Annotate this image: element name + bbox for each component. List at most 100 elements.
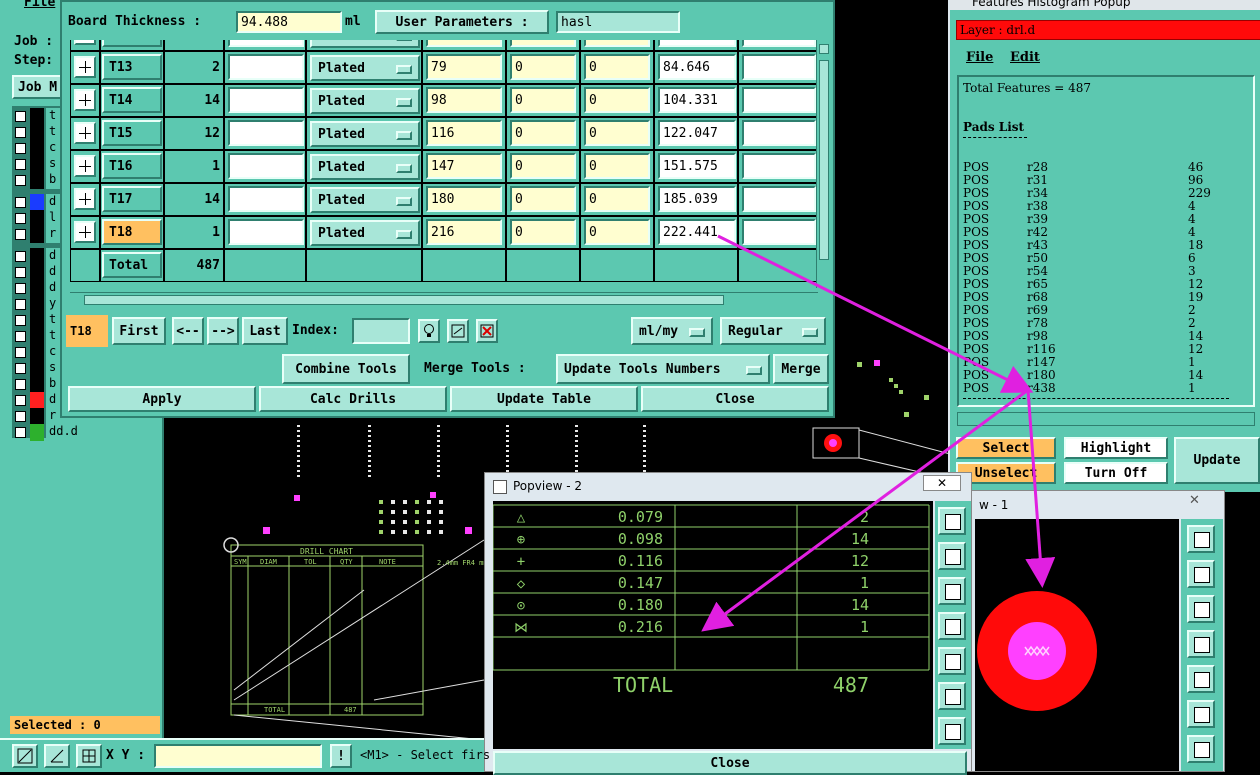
tool-cross-icon[interactable] — [74, 40, 96, 45]
tool-max-input[interactable]: 0 — [584, 54, 650, 80]
tool-description-input[interactable] — [228, 54, 304, 80]
tool-max-input[interactable] — [584, 40, 650, 47]
alert-icon[interactable]: ! — [330, 744, 352, 768]
layer-checkbox[interactable] — [15, 315, 26, 326]
tool-max-input[interactable]: 0 — [584, 153, 650, 179]
view-tool-icon[interactable] — [938, 542, 966, 570]
layer-checkbox[interactable] — [15, 251, 26, 262]
tool-cross-icon[interactable] — [74, 122, 96, 144]
view-tool-icon[interactable] — [1187, 735, 1215, 763]
user-parameters-button[interactable]: User Parameters : — [375, 10, 549, 34]
refresh-icon[interactable] — [447, 319, 469, 343]
histogram-file-menu[interactable]: File — [966, 50, 993, 65]
layer-checkbox[interactable] — [15, 229, 26, 240]
tool-min-input[interactable]: 0 — [510, 120, 576, 146]
mode-select[interactable]: Regular — [720, 317, 826, 345]
user-parameters-input[interactable]: hasl — [556, 11, 680, 33]
view-tool-icon[interactable] — [938, 717, 966, 745]
popview2-close-button[interactable]: Close — [493, 751, 967, 775]
xy-input[interactable] — [154, 744, 322, 768]
histogram-hscroll[interactable] — [957, 412, 1255, 426]
layer-checkbox[interactable] — [15, 331, 26, 342]
status-tool-icon-2[interactable] — [44, 744, 70, 768]
prev-button[interactable]: <-- — [172, 317, 204, 345]
tool-description-input[interactable] — [228, 87, 304, 113]
tool-extra-input[interactable] — [742, 186, 816, 212]
tool-cross-icon[interactable] — [74, 56, 96, 78]
layer-checkbox[interactable] — [15, 159, 26, 170]
view-tool-icon[interactable] — [1187, 525, 1215, 553]
layer-checkbox[interactable] — [15, 111, 26, 122]
view-tool-icon[interactable] — [938, 577, 966, 605]
view-tool-icon[interactable] — [1187, 665, 1215, 693]
update-table-button[interactable]: Update Table — [450, 386, 638, 412]
tool-cross-icon[interactable] — [74, 89, 96, 111]
tool-type-select[interactable]: Plated — [310, 154, 420, 180]
turn-off-button[interactable]: Turn Off — [1064, 462, 1168, 484]
tool-description-input[interactable] — [228, 153, 304, 179]
tool-finish-input[interactable]: 104.331 — [658, 87, 736, 113]
layer-checkbox[interactable] — [15, 213, 26, 224]
tool-finish-input[interactable]: 84.646 — [658, 54, 736, 80]
tool-type-select[interactable]: Plated — [310, 88, 420, 114]
tool-name-button[interactable] — [102, 40, 162, 47]
tool-name-button[interactable]: T14 — [102, 87, 162, 113]
view-tool-icon[interactable] — [938, 507, 966, 535]
tool-extra-input[interactable] — [742, 153, 816, 179]
tool-size-input[interactable]: 147 — [426, 153, 502, 179]
tool-finish-input[interactable]: 122.047 — [658, 120, 736, 146]
next-button[interactable]: --> — [207, 317, 239, 345]
tool-finish-input[interactable]: 185.039 — [658, 186, 736, 212]
table-hscrollbar[interactable] — [70, 292, 818, 306]
tool-finish-input[interactable]: 222.441 — [658, 219, 736, 245]
tool-description-input[interactable] — [228, 120, 304, 146]
tool-extra-input[interactable] — [742, 54, 816, 80]
tool-size-input[interactable]: 79 — [426, 54, 502, 80]
tool-cross-icon[interactable] — [74, 221, 96, 243]
tool-type-select[interactable]: Plated — [310, 187, 420, 213]
select-button[interactable]: Select — [956, 437, 1056, 459]
layer-checkbox[interactable] — [15, 411, 26, 422]
tool-name-button[interactable]: T16 — [102, 153, 162, 179]
update-tools-numbers-select[interactable]: Update Tools Numbers — [556, 354, 770, 384]
popview1-canvas[interactable] — [975, 519, 1179, 771]
tool-size-input[interactable] — [426, 40, 502, 47]
table-vscrollbar[interactable] — [816, 40, 830, 288]
tool-max-input[interactable]: 0 — [584, 120, 650, 146]
view-tool-icon[interactable] — [1187, 595, 1215, 623]
board-thickness-input[interactable]: 94.488 — [236, 11, 342, 33]
layer-checkbox[interactable] — [15, 175, 26, 186]
tool-min-input[interactable]: 0 — [510, 54, 576, 80]
popview1-close-icon[interactable]: ✕ — [1189, 493, 1200, 508]
file-menu[interactable]: File — [24, 0, 55, 10]
layer-checkbox[interactable] — [15, 283, 26, 294]
tool-size-input[interactable]: 98 — [426, 87, 502, 113]
tool-size-input[interactable]: 180 — [426, 186, 502, 212]
tool-extra-input[interactable] — [742, 120, 816, 146]
tool-type-select[interactable]: Plated — [310, 220, 420, 246]
calc-drills-button[interactable]: Calc Drills — [259, 386, 447, 412]
tool-type-select[interactable]: Plated — [310, 40, 420, 48]
tool-name-button[interactable]: T17 — [102, 186, 162, 212]
tool-size-input[interactable]: 116 — [426, 120, 502, 146]
view-tool-icon[interactable] — [938, 682, 966, 710]
tool-max-input[interactable]: 0 — [584, 87, 650, 113]
tool-size-input[interactable]: 216 — [426, 219, 502, 245]
view-tool-icon[interactable] — [938, 612, 966, 640]
update-button[interactable]: Update — [1174, 437, 1260, 484]
lightbulb-icon[interactable] — [418, 319, 440, 343]
tool-cross-icon[interactable] — [74, 155, 96, 177]
units-select[interactable]: ml/my — [631, 317, 713, 345]
layer-checkbox[interactable] — [15, 143, 26, 154]
view-tool-icon[interactable] — [1187, 630, 1215, 658]
tool-min-input[interactable]: 0 — [510, 219, 576, 245]
layer-checkbox[interactable] — [15, 299, 26, 310]
popview2-canvas[interactable]: △ 0.079 2 ⊕ 0.098 14 +0.116 12 ◇ 0.147 1 ⊙ 0.180 14 ⋈ 0… — [492, 501, 933, 749]
grid-icon[interactable] — [76, 744, 102, 768]
tool-extra-input[interactable] — [742, 87, 816, 113]
view-tool-icon[interactable] — [1187, 700, 1215, 728]
view-tool-icon[interactable] — [938, 647, 966, 675]
histogram-edit-menu[interactable]: Edit — [1010, 50, 1040, 65]
last-button[interactable]: Last — [242, 317, 288, 345]
layer-checkbox[interactable] — [15, 395, 26, 406]
